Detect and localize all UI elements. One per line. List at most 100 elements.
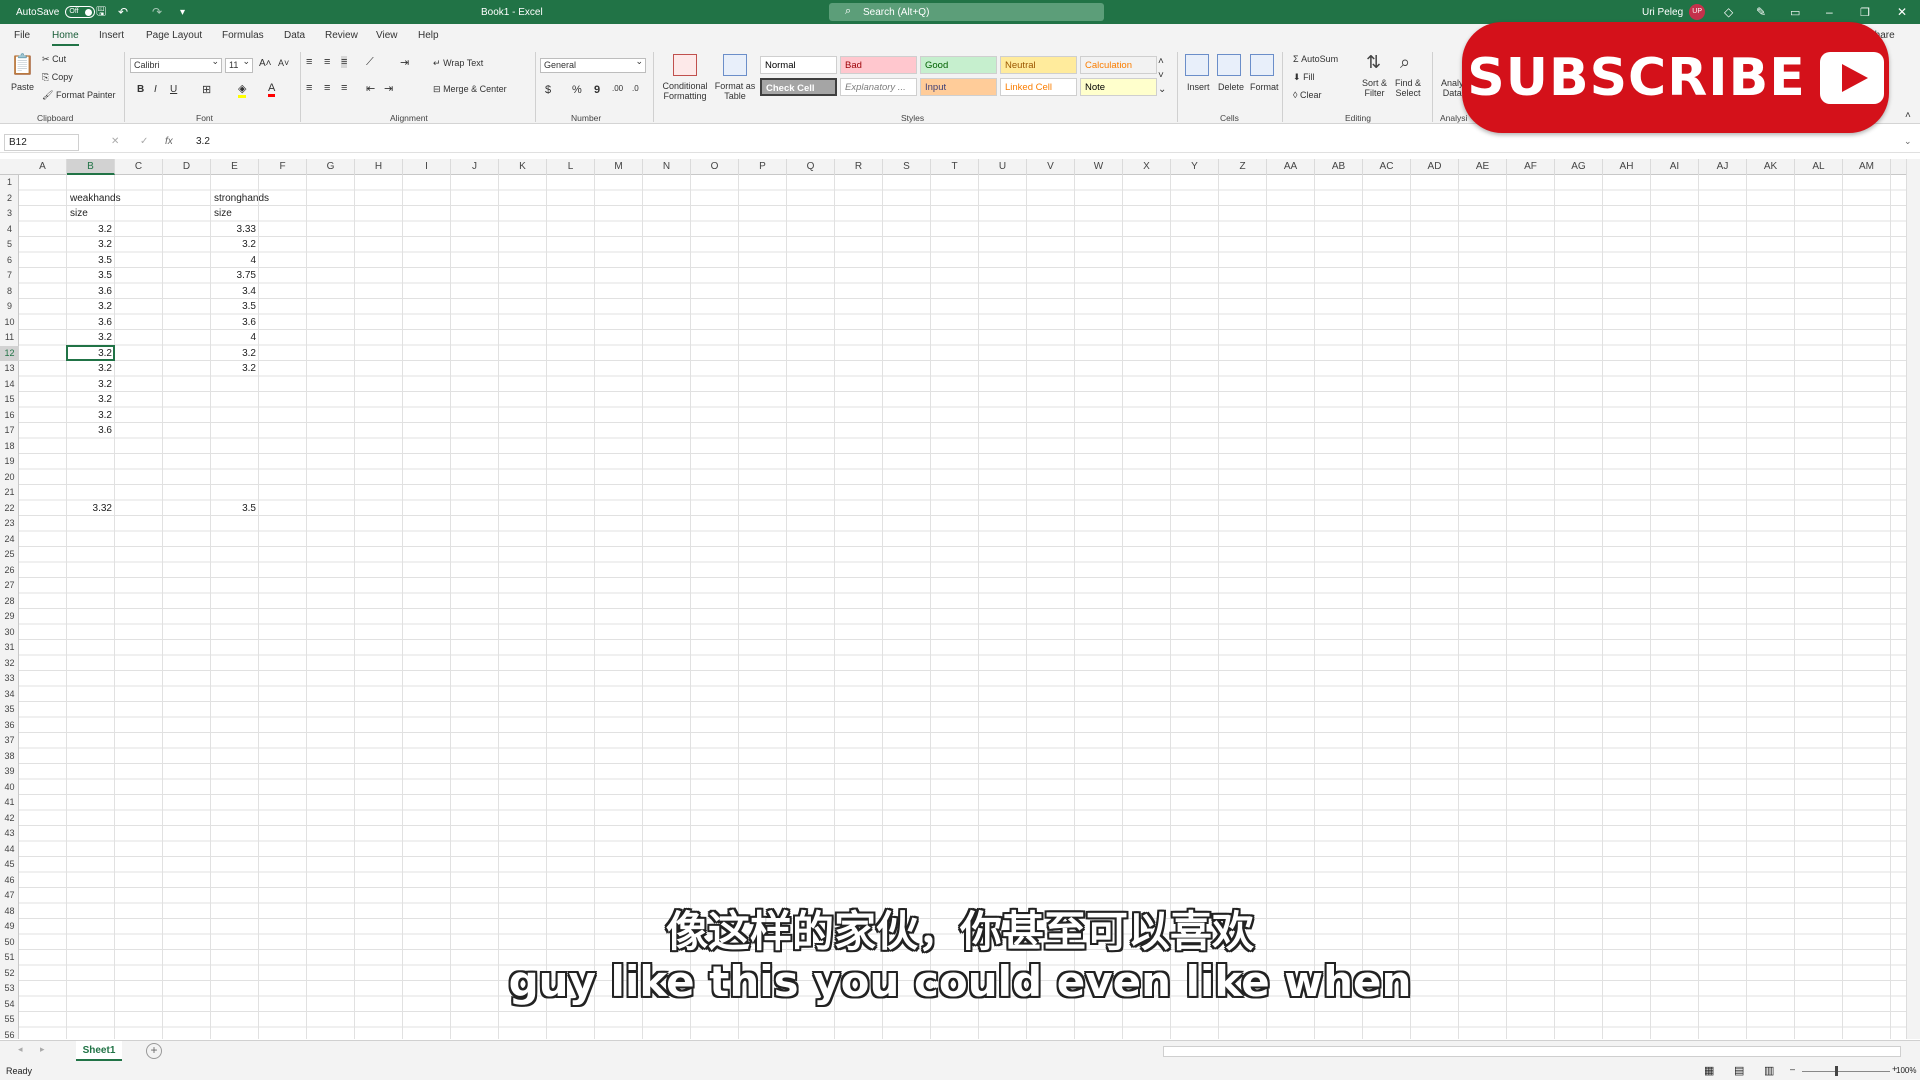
row-header-8[interactable]: 8	[0, 284, 19, 300]
column-header-aj[interactable]: AJ	[1699, 159, 1747, 175]
cell-b13[interactable]: 3.2	[67, 361, 112, 377]
column-header-q[interactable]: Q	[787, 159, 835, 175]
page-layout-view-icon[interactable]: ▤	[1734, 1064, 1744, 1077]
increase-font-icon[interactable]: A˄	[259, 58, 272, 69]
next-sheet-icon[interactable]: ▸	[40, 1044, 45, 1055]
font-color-icon[interactable]: A	[268, 82, 276, 97]
tab-review[interactable]: Review	[325, 30, 358, 41]
align-middle-icon[interactable]: ≡	[324, 56, 330, 68]
tab-view[interactable]: View	[376, 30, 398, 41]
column-header-al[interactable]: AL	[1795, 159, 1843, 175]
column-header-l[interactable]: L	[547, 159, 595, 175]
row-header-20[interactable]: 20	[0, 470, 19, 486]
bold-icon[interactable]: B	[137, 84, 144, 95]
row-header-31[interactable]: 31	[0, 640, 19, 656]
decrease-indent-icon[interactable]: ⇤	[366, 82, 375, 95]
column-header-ae[interactable]: AE	[1459, 159, 1507, 175]
row-header-30[interactable]: 30	[0, 625, 19, 641]
format-button[interactable]: Format	[1250, 82, 1279, 92]
cell-e8[interactable]: 3.4	[211, 284, 256, 300]
cell-b15[interactable]: 3.2	[67, 392, 112, 408]
align-center-icon[interactable]: ≡	[324, 82, 330, 94]
cell-style-check-cell[interactable]: Check Cell	[760, 78, 837, 96]
cell-b14[interactable]: 3.2	[67, 377, 112, 393]
row-header-36[interactable]: 36	[0, 718, 19, 734]
format-as-table-icon[interactable]	[723, 54, 747, 76]
decrease-font-icon[interactable]: A˅	[278, 58, 289, 68]
row-header-43[interactable]: 43	[0, 826, 19, 842]
cell-style-calculation[interactable]: Calculation	[1080, 56, 1157, 74]
add-sheet-icon[interactable]: +	[146, 1043, 162, 1059]
cell-b10[interactable]: 3.6	[67, 315, 112, 331]
insert-button[interactable]: Insert	[1187, 82, 1210, 92]
column-header-j[interactable]: J	[451, 159, 499, 175]
name-box[interactable]: B12	[4, 134, 79, 151]
font-family-select[interactable]: Calibri	[130, 55, 222, 73]
italic-icon[interactable]: I	[154, 84, 157, 95]
collapse-ribbon-icon[interactable]: ˄	[1905, 110, 1911, 121]
user-account[interactable]: Uri Peleg UP	[1642, 0, 1706, 24]
cell-b6[interactable]: 3.5	[67, 253, 112, 269]
column-header-w[interactable]: W	[1075, 159, 1123, 175]
cell-b5[interactable]: 3.2	[67, 237, 112, 253]
cell-e5[interactable]: 3.2	[211, 237, 256, 253]
column-header-k[interactable]: K	[499, 159, 547, 175]
search-box[interactable]: ⌕ Search (Alt+Q)	[829, 3, 1104, 21]
row-header-32[interactable]: 32	[0, 656, 19, 672]
row-header-23[interactable]: 23	[0, 516, 19, 532]
column-header-p[interactable]: P	[739, 159, 787, 175]
row-header-29[interactable]: 29	[0, 609, 19, 625]
gallery-more-icon[interactable]: ⌄	[1158, 84, 1166, 95]
row-header-38[interactable]: 38	[0, 749, 19, 765]
cell-style-linked-cell[interactable]: Linked Cell	[1000, 78, 1077, 96]
row-header-22[interactable]: 22	[0, 501, 19, 517]
zoom-slider[interactable]	[1802, 1071, 1890, 1072]
row-header-17[interactable]: 17	[0, 423, 19, 439]
column-header-r[interactable]: R	[835, 159, 883, 175]
row-header-10[interactable]: 10	[0, 315, 19, 331]
cell-b17[interactable]: 3.6	[67, 423, 112, 439]
row-header-2[interactable]: 2	[0, 191, 19, 207]
row-header-19[interactable]: 19	[0, 454, 19, 470]
cancel-icon[interactable]: ✕	[111, 136, 119, 147]
cell-e13[interactable]: 3.2	[211, 361, 256, 377]
cell-style-good[interactable]: Good	[920, 56, 997, 74]
customize-qat-icon[interactable]: ▾	[180, 0, 185, 24]
delete-cells-icon[interactable]	[1217, 54, 1241, 76]
find-icon[interactable]: ⌕	[1400, 52, 1410, 73]
column-header-o[interactable]: O	[691, 159, 739, 175]
cell-b12[interactable]: 3.2	[67, 346, 112, 362]
fill-button[interactable]: ⬇ Fill	[1293, 72, 1315, 83]
merge-center-button[interactable]: ⊟ Merge & Center	[433, 84, 507, 95]
enter-icon[interactable]: ✓	[140, 136, 148, 147]
insert-function-icon[interactable]: fx	[165, 136, 173, 147]
zoom-slider-thumb[interactable]	[1835, 1066, 1838, 1076]
zoom-level[interactable]: 100%	[1896, 1066, 1916, 1075]
row-header-4[interactable]: 4	[0, 222, 19, 238]
tab-file[interactable]: File	[14, 30, 30, 41]
row-header-7[interactable]: 7	[0, 268, 19, 284]
column-header-ab[interactable]: AB	[1315, 159, 1363, 175]
autosave[interactable]: AutoSave Off	[16, 0, 96, 24]
column-header-ag[interactable]: AG	[1555, 159, 1603, 175]
format-as-table-button[interactable]: Format as Table	[712, 81, 758, 101]
cell-b3[interactable]: size	[70, 206, 88, 222]
minimize-icon[interactable]: –	[1826, 0, 1833, 24]
percent-icon[interactable]: %	[572, 84, 582, 96]
cell-b11[interactable]: 3.2	[67, 330, 112, 346]
row-header-33[interactable]: 33	[0, 671, 19, 687]
analyze-data-button[interactable]: Analy Data	[1441, 78, 1464, 98]
cell-b16[interactable]: 3.2	[67, 408, 112, 424]
row-header-26[interactable]: 26	[0, 563, 19, 579]
row-header-34[interactable]: 34	[0, 687, 19, 703]
cut-button[interactable]: ✂ Cut	[42, 54, 66, 65]
row-header-25[interactable]: 25	[0, 547, 19, 563]
tab-home[interactable]: Home	[52, 30, 79, 46]
increase-indent-icon[interactable]: ⇥	[384, 82, 393, 95]
column-header-ai[interactable]: AI	[1651, 159, 1699, 175]
cell-e6[interactable]: 4	[211, 253, 256, 269]
sort-filter-button[interactable]: Sort & Filter	[1362, 78, 1387, 98]
column-header-y[interactable]: Y	[1171, 159, 1219, 175]
align-bottom-icon[interactable]: ≡	[341, 56, 348, 68]
fill-color-icon[interactable]: ◈	[238, 82, 247, 98]
